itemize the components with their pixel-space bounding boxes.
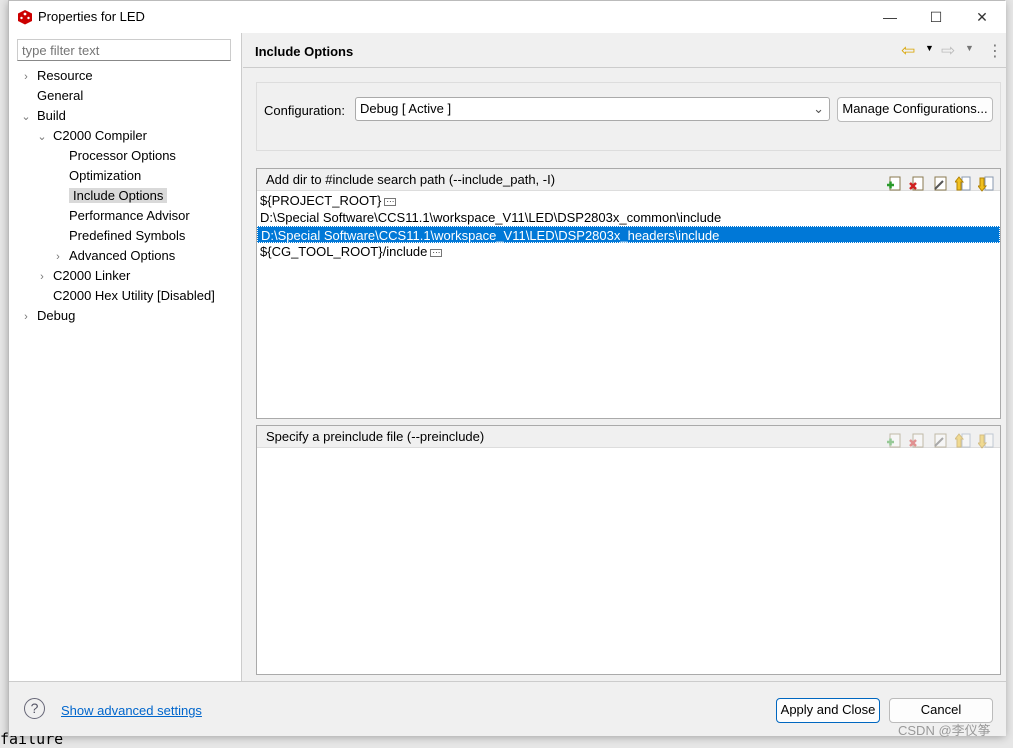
chevron-icon[interactable]: › — [19, 307, 33, 327]
configuration-group: Configuration: Debug [ Active ] ⌄ Manage… — [256, 82, 1001, 151]
tree-item[interactable]: C2000 Hex Utility [Disabled] — [19, 286, 215, 306]
preinclude-title: Specify a preinclude file (--preinclude) — [266, 429, 485, 444]
dialog-footer: ? Show advanced settings Apply and Close… — [9, 681, 1006, 736]
delete-icon[interactable] — [909, 176, 925, 192]
tree-item-label: C2000 Linker — [53, 268, 131, 283]
preinclude-panel: Specify a preinclude file (--preinclude) — [256, 425, 1001, 675]
delete-icon[interactable] — [909, 433, 925, 449]
chevron-icon[interactable]: ⌄ — [19, 107, 33, 127]
tree-item-label: C2000 Compiler — [53, 128, 147, 143]
close-button[interactable]: ✕ — [959, 1, 1005, 33]
include-path-header: Add dir to #include search path (--inclu… — [257, 169, 1000, 192]
include-path-item[interactable]: D:\Special Software\CCS11.1\workspace_V1… — [257, 226, 1000, 243]
property-tree: › Resource General ⌄ Build ⌄ C2000 Compiler Pro… — [19, 66, 215, 326]
tree-item[interactable]: ⌄ C2000 Compiler — [19, 126, 215, 146]
tree-item[interactable]: Processor Options — [19, 146, 215, 166]
include-path-item[interactable]: ${CG_TOOL_ROOT}/include ··· — [257, 243, 1000, 260]
include-path-text: D:\Special Software\CCS11.1\workspace_V1… — [261, 228, 720, 243]
configuration-label: Configuration: — [264, 103, 345, 118]
move-up-icon[interactable] — [955, 432, 971, 449]
include-path-item[interactable]: ${PROJECT_ROOT} ··· — [257, 192, 1000, 209]
chevron-icon[interactable]: › — [51, 247, 65, 267]
browse-variable-icon[interactable]: ··· — [384, 197, 397, 206]
forward-dropdown-icon[interactable]: ▼ — [965, 43, 974, 53]
properties-dialog: Properties for LED — ☐ ✕ › Resource Genera… — [8, 0, 1006, 736]
tree-item-label: General — [37, 88, 84, 103]
chevron-icon[interactable]: ⌄ — [35, 127, 49, 147]
include-path-text: ${CG_TOOL_ROOT}/include — [260, 244, 428, 259]
window-title: Properties for LED — [38, 9, 145, 24]
tree-item-label: Include Options — [69, 188, 168, 203]
include-path-item[interactable]: D:\Special Software\CCS11.1\workspace_V1… — [257, 209, 1000, 226]
tree-item[interactable]: Predefined Symbols — [19, 226, 215, 246]
include-path-title: Add dir to #include search path (--inclu… — [266, 172, 556, 187]
edit-icon[interactable] — [932, 176, 948, 192]
divider — [243, 67, 1006, 68]
tree-item[interactable]: › Advanced Options — [19, 246, 215, 266]
title-bar: Properties for LED — ☐ ✕ — [9, 1, 1006, 33]
chevron-icon[interactable]: › — [35, 267, 49, 287]
chevron-down-icon: ⌄ — [813, 101, 824, 116]
page-title: Include Options — [255, 44, 354, 59]
help-icon[interactable]: ? — [24, 698, 45, 719]
configuration-select[interactable]: Debug [ Active ] ⌄ — [355, 97, 830, 121]
include-path-list[interactable]: ${PROJECT_ROOT} ··· D:\Special Software\CC… — [257, 191, 1000, 260]
maximize-button[interactable]: ☐ — [913, 1, 959, 33]
add-icon[interactable] — [886, 433, 902, 449]
tree-item[interactable]: ⌄ Build — [19, 106, 215, 126]
tree-item-label: Build — [37, 108, 66, 123]
configuration-value: Debug [ Active ] — [360, 101, 452, 116]
include-path-text: ${PROJECT_ROOT} — [260, 193, 382, 208]
app-logo-icon — [18, 10, 32, 25]
manage-configurations-button[interactable]: Manage Configurations... — [837, 97, 993, 122]
tree-item[interactable]: › Debug — [19, 306, 215, 326]
back-icon[interactable]: ⇦ — [901, 41, 915, 61]
tree-item-label: Advanced Options — [69, 248, 176, 263]
preinclude-header: Specify a preinclude file (--preinclude) — [257, 426, 1000, 449]
filter-input[interactable] — [17, 39, 231, 61]
add-icon[interactable] — [886, 176, 902, 192]
move-down-icon[interactable] — [978, 433, 994, 449]
back-dropdown-icon[interactable]: ▼ — [925, 43, 934, 53]
tree-item[interactable]: Optimization — [19, 166, 215, 186]
apply-and-close-button[interactable]: Apply and Close — [776, 698, 880, 723]
content-pane: Include Options ⇦ ▼ ⇨ ▼ ⋮ Configuration:… — [243, 33, 1006, 681]
tree-item[interactable]: General — [19, 86, 215, 106]
show-advanced-settings-link[interactable]: Show advanced settings — [61, 703, 202, 718]
tree-item-label: Performance Advisor — [69, 208, 190, 223]
tree-item-label: C2000 Hex Utility [Disabled] — [53, 288, 215, 303]
tree-item-label: Resource — [37, 68, 93, 83]
tree-item-label: Predefined Symbols — [69, 228, 186, 243]
tree-item-label: Optimization — [69, 168, 142, 183]
tree-item-label: Debug — [37, 308, 76, 323]
move-up-icon[interactable] — [955, 175, 971, 192]
forward-icon[interactable]: ⇨ — [941, 41, 955, 61]
watermark: CSDN @李仪筝 — [898, 723, 991, 738]
include-path-panel: Add dir to #include search path (--inclu… — [256, 168, 1001, 419]
browse-variable-icon[interactable]: ··· — [430, 248, 443, 257]
tree-item[interactable]: › C2000 Linker — [19, 266, 215, 286]
tree-item[interactable]: Performance Advisor — [19, 206, 215, 226]
tree-item[interactable]: Include Options — [19, 186, 215, 206]
edit-icon[interactable] — [932, 433, 948, 449]
navigation-pane: › Resource General ⌄ Build ⌄ C2000 Compiler Pro… — [9, 33, 242, 681]
move-down-icon[interactable] — [978, 176, 994, 192]
include-path-text: D:\Special Software\CCS11.1\workspace_V1… — [260, 210, 722, 225]
view-menu-icon[interactable]: ⋮ — [987, 41, 1003, 61]
chevron-icon[interactable]: › — [19, 67, 33, 87]
tree-item-label: Processor Options — [69, 148, 176, 163]
tree-item[interactable]: › Resource — [19, 66, 215, 86]
minimize-button[interactable]: — — [867, 1, 913, 33]
